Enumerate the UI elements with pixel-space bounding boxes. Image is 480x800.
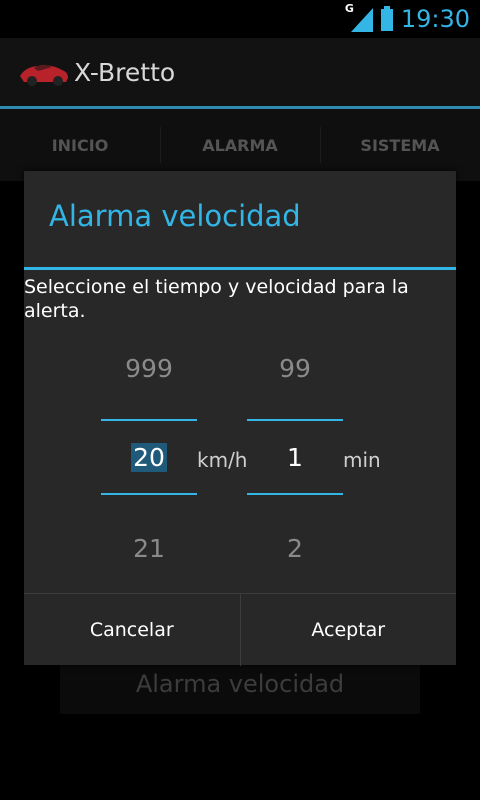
speed-value[interactable]: 20 — [131, 443, 167, 472]
network-type: G — [344, 2, 354, 15]
dialog-button-bar: Cancelar Aceptar — [24, 593, 456, 666]
car-logo-icon — [18, 58, 70, 88]
speed-picker-top-line — [101, 419, 197, 421]
dialog-message: Seleccione el tiempo y velocidad para la… — [24, 276, 409, 322]
status-icons: G 19:30 — [345, 2, 470, 34]
time-picker-bottom-line — [247, 493, 343, 495]
speed-picker-prev[interactable]: 999 — [101, 354, 197, 383]
time-unit: min — [343, 448, 381, 472]
app-title: X-Bretto — [74, 58, 176, 87]
speed-picker-next[interactable]: 21 — [101, 534, 197, 563]
time-picker-next[interactable]: 2 — [247, 534, 343, 563]
accept-button[interactable]: Aceptar — [239, 594, 457, 666]
time-picker-top-line — [247, 419, 343, 421]
dialog-title-divider — [24, 267, 456, 270]
time-picker-current[interactable]: 1 — [247, 443, 343, 472]
dialog-title: Alarma velocidad — [49, 199, 301, 233]
speed-picker-bottom-line — [101, 493, 197, 495]
speed-unit: km/h — [197, 448, 248, 472]
cancel-button[interactable]: Cancelar — [24, 594, 240, 666]
speed-picker-current[interactable]: 20 — [101, 443, 197, 472]
action-bar: X-Bretto — [0, 38, 480, 106]
speed-alarm-dialog: Alarma velocidad Seleccione el tiempo y … — [24, 171, 456, 666]
clock: 19:30 — [400, 5, 470, 33]
battery-icon — [380, 6, 393, 31]
signal-icon: G — [345, 2, 373, 32]
time-picker-prev[interactable]: 99 — [247, 354, 343, 383]
status-bar: G 19:30 — [0, 0, 480, 38]
